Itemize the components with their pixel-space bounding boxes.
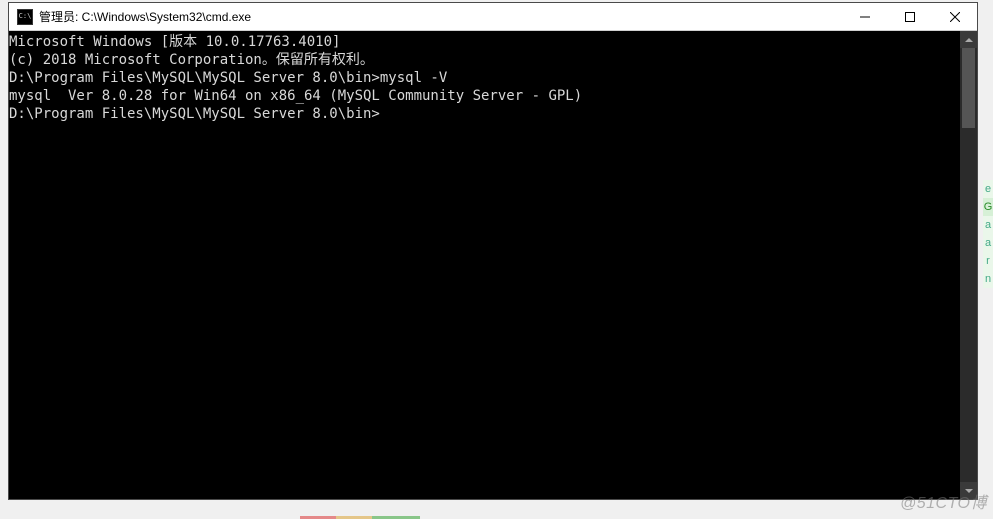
cmd-icon: C:\ <box>17 9 33 25</box>
close-button[interactable] <box>932 3 977 30</box>
scroll-down-button[interactable] <box>960 482 977 499</box>
chevron-up-icon <box>965 38 973 42</box>
terminal-line: D:\Program Files\MySQL\MySQL Server 8.0\… <box>9 105 960 123</box>
terminal-line: (c) 2018 Microsoft Corporation。保留所有权利。 <box>9 51 960 69</box>
terminal-line: Microsoft Windows [版本 10.0.17763.4010] <box>9 33 960 51</box>
client-area: Microsoft Windows [版本 10.0.17763.4010](c… <box>9 31 977 499</box>
cmd-icon-text: C:\ <box>19 13 32 20</box>
chevron-down-icon <box>965 489 973 493</box>
scroll-up-button[interactable] <box>960 31 977 48</box>
terminal-line: D:\Program Files\MySQL\MySQL Server 8.0\… <box>9 69 960 87</box>
window-title: 管理员: C:\Windows\System32\cmd.exe <box>39 8 842 25</box>
cmd-window: C:\ 管理员: C:\Windows\System32\cmd.exe Mic… <box>8 2 978 500</box>
vertical-scrollbar[interactable] <box>960 31 977 499</box>
edge-letter: a <box>983 216 993 234</box>
minimize-button[interactable] <box>842 3 887 30</box>
edge-letter: G <box>983 198 993 216</box>
edge-letter: r <box>983 252 993 270</box>
terminal-line: mysql Ver 8.0.28 for Win64 on x86_64 (My… <box>9 87 960 105</box>
minimize-icon <box>860 12 870 22</box>
maximize-button[interactable] <box>887 3 932 30</box>
maximize-icon <box>905 12 915 22</box>
window-controls <box>842 3 977 30</box>
close-icon <box>950 12 960 22</box>
edge-letter: e <box>983 180 993 198</box>
terminal-output[interactable]: Microsoft Windows [版本 10.0.17763.4010](c… <box>9 31 960 499</box>
scroll-thumb[interactable] <box>962 48 975 128</box>
titlebar[interactable]: C:\ 管理员: C:\Windows\System32\cmd.exe <box>9 3 977 31</box>
edge-letter: a <box>983 234 993 252</box>
edge-letter: n <box>983 270 993 288</box>
page-edge-strip: eGaarn <box>983 180 993 320</box>
